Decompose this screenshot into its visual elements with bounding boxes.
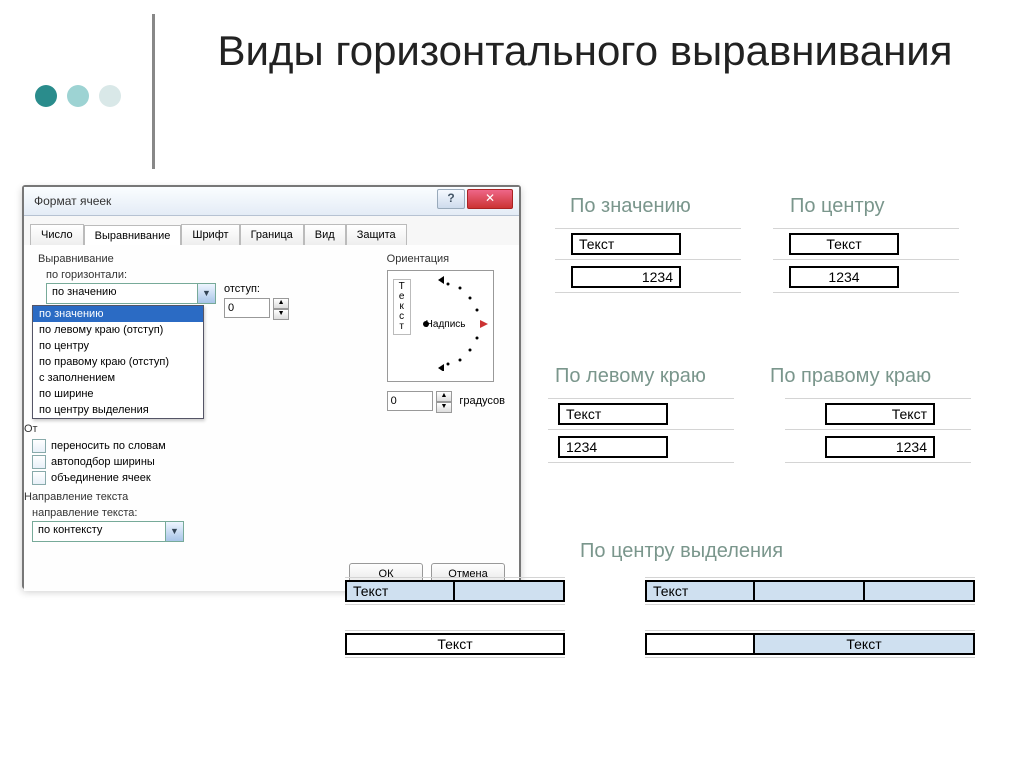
cell-left-num: 1234 xyxy=(558,436,668,458)
display-section-label: От xyxy=(24,423,304,435)
sel-row2-c: Текст xyxy=(755,633,975,655)
indent-group: отступ: 0 ▲▼ xyxy=(224,283,289,320)
chevron-down-icon[interactable]: ▼ xyxy=(197,284,215,303)
option-center-sel[interactable]: по центру выделения xyxy=(33,402,203,418)
horizontal-combo[interactable]: по значению ▼ xyxy=(46,283,216,304)
indent-label: отступ: xyxy=(224,283,289,295)
merge-checkbox[interactable]: объединение ячеек xyxy=(32,471,304,485)
text-dir-label: направление текста: xyxy=(32,507,304,519)
sel-row2-a: Текст xyxy=(345,633,565,655)
sel-row1-d xyxy=(755,580,865,602)
dialog-titlebar[interactable]: Формат ячеек ? ✕ xyxy=(24,187,519,216)
option-right[interactable]: по правому краю (отступ) xyxy=(33,354,203,370)
degrees-spinner[interactable]: ▲▼ xyxy=(436,391,452,413)
option-fill[interactable]: с заполнением xyxy=(33,370,203,386)
label-by-left: По левому краю xyxy=(555,365,706,388)
dialog-title: Формат ячеек xyxy=(34,194,111,208)
arc-label: Надпись xyxy=(426,319,466,330)
orientation-panel: Ориентация Текст Надпись 0 ▲▼ градусов xyxy=(387,253,505,413)
cell-center-num: 1234 xyxy=(789,266,899,288)
chevron-down-icon[interactable]: ▼ xyxy=(165,522,183,541)
sel-row1-b xyxy=(455,580,565,602)
tab-protection[interactable]: Защита xyxy=(346,224,407,245)
page-title: Виды горизонтального выравнивания xyxy=(185,25,985,78)
cell-value-text: Текст xyxy=(571,233,681,255)
sel-row1-a: Текст xyxy=(345,580,455,602)
sel-row2-b xyxy=(645,633,755,655)
indent-value[interactable]: 0 xyxy=(224,298,270,318)
horizontal-value: по значению xyxy=(47,284,197,303)
tab-border[interactable]: Граница xyxy=(240,224,304,245)
cell-center-text: Текст xyxy=(789,233,899,255)
shrink-checkbox[interactable]: автоподбор ширины xyxy=(32,455,304,469)
format-cells-dialog: Формат ячеек ? ✕ Число Выравнивание Шриф… xyxy=(22,185,521,589)
dot-3 xyxy=(99,85,121,107)
horizontal-dropdown: по значению по левому краю (отступ) по ц… xyxy=(32,305,204,419)
tab-bar: Число Выравнивание Шрифт Граница Вид Защ… xyxy=(24,216,519,245)
option-left[interactable]: по левому краю (отступ) xyxy=(33,322,203,338)
vertical-rule xyxy=(152,14,155,169)
text-dir-combo[interactable]: по контексту ▼ xyxy=(32,521,184,542)
tab-font[interactable]: Шрифт xyxy=(181,224,239,245)
cell-right-num: 1234 xyxy=(825,436,935,458)
help-button[interactable]: ? xyxy=(437,189,465,209)
cell-left-text: Текст xyxy=(558,403,668,425)
degrees-value[interactable]: 0 xyxy=(387,391,433,411)
label-by-sel: По центру выделения xyxy=(580,540,783,563)
dot-1 xyxy=(35,85,57,107)
tab-number[interactable]: Число xyxy=(30,224,84,245)
label-by-value: По значению xyxy=(570,195,691,218)
tab-alignment[interactable]: Выравнивание xyxy=(84,225,182,246)
text-dir-section-label: Направление текста xyxy=(24,491,304,503)
option-by-value[interactable]: по значению xyxy=(33,306,203,322)
label-by-right: По правому краю xyxy=(770,365,931,388)
option-center[interactable]: по центру xyxy=(33,338,203,354)
vertical-text-sample: Текст xyxy=(393,279,411,335)
dialog-body: Выравнивание по горизонтали: по значению… xyxy=(24,245,519,591)
tab-view[interactable]: Вид xyxy=(304,224,346,245)
wrap-checkbox[interactable]: переносить по словам xyxy=(32,439,304,453)
indent-spinner[interactable]: ▲▼ xyxy=(273,298,289,320)
sel-row1-e xyxy=(865,580,975,602)
orientation-box[interactable]: Текст Надпись xyxy=(387,270,494,382)
dot-2 xyxy=(67,85,89,107)
close-button[interactable]: ✕ xyxy=(467,189,513,209)
cell-value-num: 1234 xyxy=(571,266,681,288)
degrees-label: градусов xyxy=(459,395,505,407)
label-by-center: По центру xyxy=(790,195,885,218)
option-justify[interactable]: по ширине xyxy=(33,386,203,402)
cell-right-text: Текст xyxy=(825,403,935,425)
text-dir-value: по контексту xyxy=(33,522,165,541)
orientation-label: Ориентация xyxy=(387,253,505,265)
decor-dots xyxy=(35,85,121,107)
sel-row1-c: Текст xyxy=(645,580,755,602)
